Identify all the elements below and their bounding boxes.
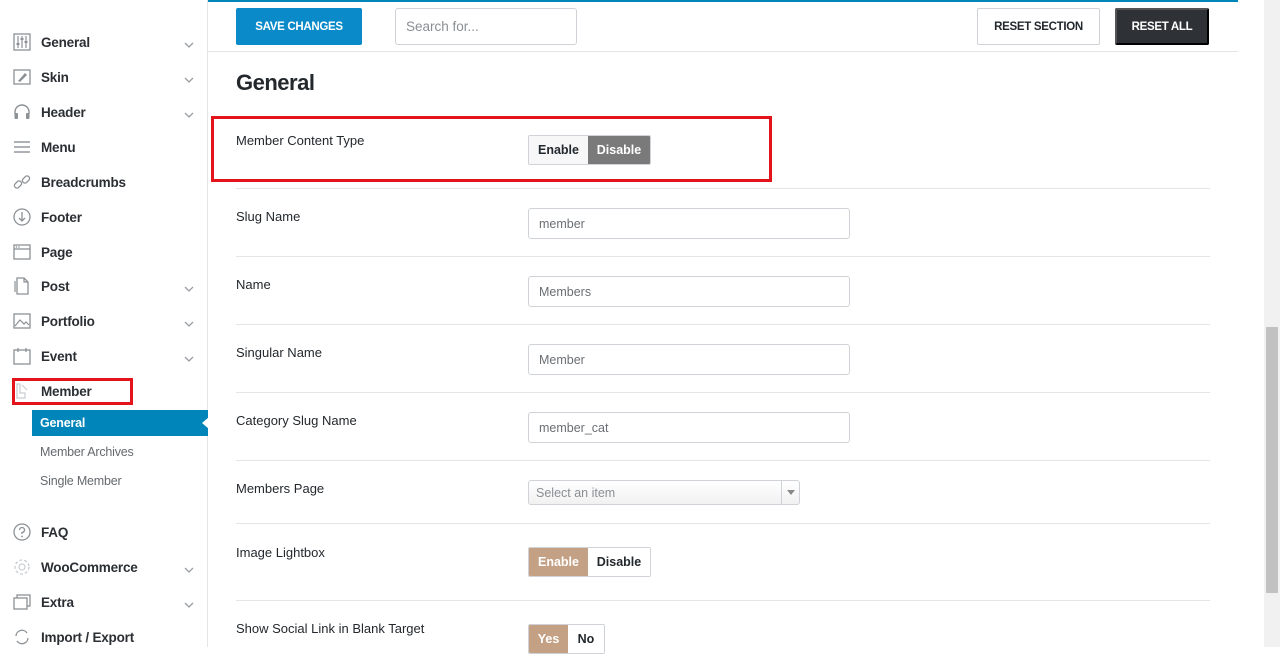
row-slug-name: Slug Name [236,189,1210,257]
field-label: Name [236,277,271,292]
sidebar-item-general[interactable]: General [0,25,208,59]
row-category-slug-name: Category Slug Name [236,393,1210,461]
social-link-toggle: Yes No [528,624,605,654]
headphones-icon [12,102,32,122]
sidebar-item-header[interactable]: Header [0,95,208,129]
field-label: Slug Name [236,209,301,224]
image-lightbox-toggle: Enable Disable [528,547,651,577]
sidebar-item-label: Menu [41,139,76,155]
sidebar-item-breadcrumbs[interactable]: Breadcrumbs [0,165,208,199]
skin-icon [12,67,32,87]
reset-section-button[interactable]: RESET SECTION [977,8,1100,45]
member-content-type-highlight-box [211,116,772,182]
sidebar-item-import-export[interactable]: Import / Export [0,620,208,654]
sidebar-subitem-single-member[interactable]: Single Member [32,468,208,494]
sidebar-item-label: Footer [41,209,82,225]
field-label: Image Lightbox [236,545,325,560]
sidebar-item-label: Import / Export [41,629,135,645]
scrollbar-thumb[interactable] [1266,327,1278,593]
arrow-circle-down-icon [12,207,32,227]
main-content: SAVE CHANGES RESET SECTION RESET ALL Gen… [208,2,1238,654]
row-members-page: Members Page Select an item [236,461,1210,524]
caret-down-icon [781,481,799,504]
sidebar-item-faq[interactable]: FAQ [0,515,208,549]
sidebar-item-label: Event [41,348,77,364]
row-show-social-link: Show Social Link in Blank Target Yes No [236,601,1210,661]
chevron-down-icon [183,597,195,608]
sidebar-item-label: Header [41,104,86,120]
chevron-down-icon [183,37,195,48]
sidebar-item-label: WooCommerce [41,559,138,575]
sidebar-item-footer[interactable]: Footer [0,200,208,234]
reset-all-button[interactable]: RESET ALL [1115,8,1209,45]
chevron-down-icon [183,107,195,118]
image-icon [12,311,32,331]
sidebar: General Skin Header Menu Breadcrumbs Foo… [0,0,209,647]
woocommerce-icon [12,557,32,577]
calendar-icon [12,346,32,366]
link-icon [12,172,32,192]
sidebar-item-event[interactable]: Event [0,339,208,373]
chevron-down-icon [183,562,195,573]
row-name: Name [236,257,1210,325]
sidebar-subitem-label: Member Archives [40,445,134,459]
sidebar-item-label: General [41,34,90,50]
sidebar-subitem-general[interactable]: General [32,410,209,436]
sidebar-item-label: Page [41,244,73,260]
field-label: Category Slug Name [236,413,357,428]
browser-icon [12,242,32,262]
sidebar-item-woocommerce[interactable]: WooCommerce [0,550,208,584]
search-input[interactable] [395,8,577,45]
chevron-down-icon [183,72,195,83]
sidebar-subitem-member-archives[interactable]: Member Archives [32,439,208,465]
sidebar-item-menu[interactable]: Menu [0,130,208,164]
disable-option[interactable]: Disable [588,548,650,576]
field-label: Singular Name [236,345,322,360]
save-changes-button[interactable]: SAVE CHANGES [236,8,362,45]
singular-name-input[interactable] [528,344,850,375]
row-image-lightbox: Image Lightbox Enable Disable [236,524,1210,601]
enable-option[interactable]: Enable [529,548,588,576]
sidebar-item-post[interactable]: Post [0,269,208,303]
sidebar-item-label: Post [41,278,70,294]
stack-icon [12,592,32,612]
sidebar-item-label: Portfolio [41,313,95,329]
chevron-down-icon [183,281,195,292]
refresh-icon [12,627,32,647]
name-input[interactable] [528,276,850,307]
sidebar-item-label: Skin [41,69,69,85]
sidebar-item-extra[interactable]: Extra [0,585,208,619]
member-highlight-box [12,378,133,405]
sidebar-item-label: Extra [41,594,74,610]
sidebar-item-skin[interactable]: Skin [0,60,208,94]
field-label: Show Social Link in Blank Target [236,621,425,636]
row-singular-name: Singular Name [236,325,1210,393]
select-placeholder: Select an item [536,485,616,500]
slug-name-input[interactable] [528,208,850,239]
toolbar: SAVE CHANGES RESET SECTION RESET ALL [208,2,1238,52]
field-label: Members Page [236,481,325,496]
chevron-down-icon [183,316,195,327]
chevron-down-icon [183,351,195,362]
sliders-icon [12,32,32,52]
category-slug-name-input[interactable] [528,412,850,443]
document-icon [12,276,32,296]
sidebar-item-label: Breadcrumbs [41,174,126,190]
sidebar-item-label: FAQ [41,524,69,540]
no-option[interactable]: No [568,625,604,653]
sidebar-subitem-label: Single Member [40,474,122,488]
members-page-select[interactable]: Select an item [528,480,800,505]
sidebar-item-portfolio[interactable]: Portfolio [0,304,208,338]
question-circle-icon [12,522,32,542]
sidebar-subitem-label: General [40,416,86,430]
hamburger-icon [12,137,32,157]
page-title: General [236,70,315,95]
yes-option[interactable]: Yes [529,625,568,653]
sidebar-item-page[interactable]: Page [0,235,208,269]
